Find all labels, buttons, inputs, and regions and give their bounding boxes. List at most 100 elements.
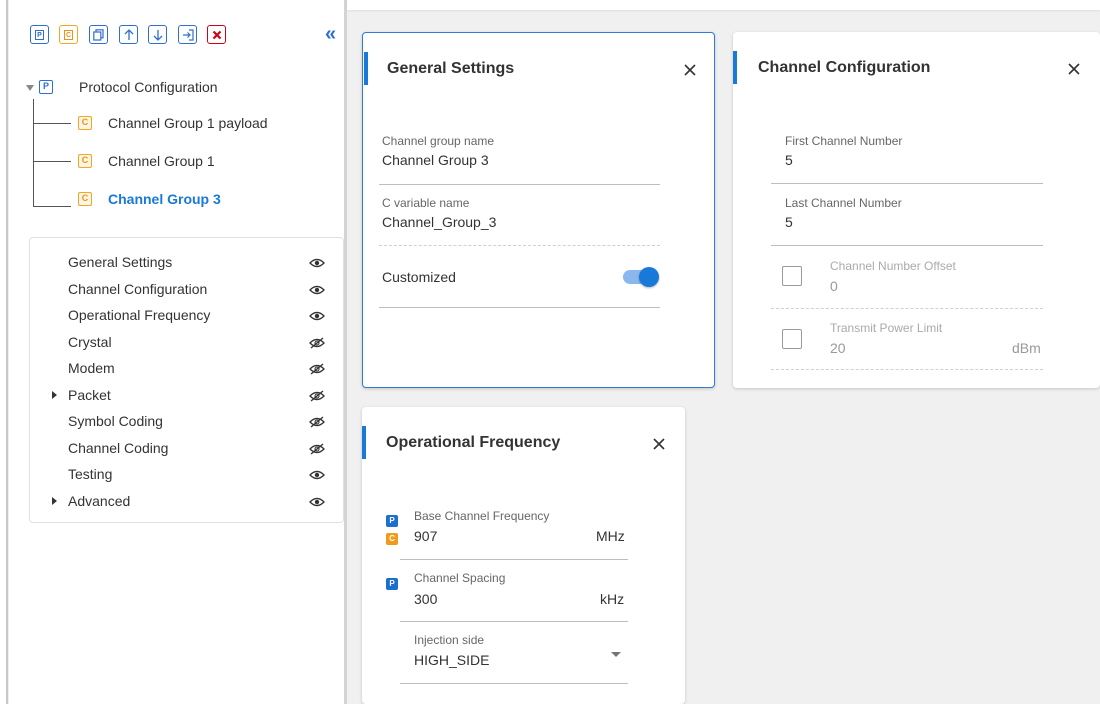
transmit-power-limit-checkbox[interactable] (782, 329, 802, 349)
base-channel-frequency-field[interactable]: 907 (414, 528, 437, 544)
channel-override-icon: C (386, 533, 398, 545)
transmit-power-limit-label: Transmit Power Limit (830, 321, 943, 335)
channel-group-name-field[interactable]: Channel Group 3 (382, 152, 489, 168)
card-title: Channel Configuration (758, 59, 931, 76)
channel-number-offset-label: Channel Number Offset (830, 259, 956, 273)
add-channel-group-icon: C (64, 29, 73, 40)
channel-spacing-unit: kHz (600, 591, 625, 607)
protocol-override-icon: P (386, 578, 398, 590)
close-icon[interactable] (683, 63, 697, 77)
visibility-row-modem[interactable]: Modem (30, 356, 343, 382)
visibility-row-advanced[interactable]: Advanced (30, 489, 343, 515)
card-accent-bar (733, 51, 737, 84)
channel-configuration-card: Channel Configuration First Channel Numb… (733, 32, 1100, 388)
card-accent-bar (362, 426, 366, 459)
eye-off-icon[interactable] (309, 336, 325, 350)
visibility-row-packet[interactable]: Packet (30, 383, 343, 409)
tree-connector (33, 206, 71, 207)
collapse-sidebar-icon[interactable]: « (325, 24, 336, 44)
channel-group-badge-icon: C (78, 192, 92, 206)
tree-item-channel-group-1[interactable]: Channel Group 1 (108, 153, 215, 169)
channel-number-offset-checkbox[interactable] (782, 266, 802, 286)
move-up-button[interactable] (119, 25, 138, 44)
visibility-label: Advanced (68, 492, 131, 509)
channel-group-badge-icon: C (78, 154, 92, 168)
visibility-label: Channel Configuration (68, 280, 208, 297)
eye-icon[interactable] (309, 309, 325, 323)
visibility-row-operational-frequency[interactable]: Operational Frequency (30, 303, 343, 329)
field-underline (400, 683, 628, 684)
eye-off-icon[interactable] (309, 415, 325, 429)
visibility-row-channel-configuration[interactable]: Channel Configuration (30, 277, 343, 303)
copy-icon (93, 28, 104, 41)
last-channel-number-field[interactable]: 5 (785, 214, 793, 230)
injection-side-select[interactable]: HIGH_SIDE (414, 652, 489, 668)
visibility-label: Crystal (68, 333, 112, 350)
field-divider (771, 308, 1043, 309)
tree-item-channel-group-3[interactable]: Channel Group 3 (108, 191, 221, 207)
sidebar: P C « P Protocol Configuration C Channel… (9, 0, 344, 704)
first-channel-number-label: First Channel Number (785, 134, 903, 148)
transmit-power-unit: dBm (1012, 340, 1041, 356)
visibility-row-crystal[interactable]: Crystal (30, 330, 343, 356)
field-underline (771, 245, 1043, 246)
close-icon[interactable] (652, 437, 666, 451)
field-underline (400, 621, 628, 622)
field-underline (771, 183, 1043, 184)
injection-side-label: Injection side (414, 633, 485, 647)
eye-off-icon[interactable] (309, 442, 325, 456)
channel-spacing-label: Channel Spacing (414, 571, 506, 585)
eye-icon[interactable] (309, 283, 325, 297)
tree-item-protocol-configuration[interactable]: Protocol Configuration (79, 79, 218, 95)
card-accent-bar (364, 52, 368, 85)
move-down-button[interactable] (148, 25, 167, 44)
add-channel-group-button[interactable]: C (59, 25, 78, 44)
expand-caret-icon[interactable] (52, 496, 57, 505)
add-protocol-icon: P (35, 29, 44, 40)
delete-icon (212, 30, 221, 39)
expand-caret-icon[interactable] (52, 390, 57, 399)
tree-connector (33, 123, 71, 124)
visibility-row-general-settings[interactable]: General Settings (30, 250, 343, 276)
channel-spacing-field[interactable]: 300 (414, 591, 437, 607)
dropdown-arrow-icon[interactable] (611, 652, 621, 657)
visibility-label: Operational Frequency (68, 307, 211, 323)
eye-off-icon[interactable] (309, 362, 325, 376)
left-edge-bar (0, 0, 8, 704)
general-settings-card: General Settings Channel group name Chan… (362, 32, 715, 388)
field-underline (379, 184, 660, 185)
customized-label: Customized (382, 269, 456, 285)
field-underline (400, 559, 628, 560)
last-channel-number-label: Last Channel Number (785, 196, 902, 210)
tree-connector (33, 99, 34, 206)
channel-group-badge-icon: C (78, 116, 92, 130)
protocol-override-icon: P (386, 515, 398, 527)
add-protocol-button[interactable]: P (30, 25, 49, 44)
visibility-label: Packet (68, 386, 111, 403)
c-variable-name-field[interactable]: Channel_Group_3 (382, 214, 496, 230)
copy-button[interactable] (89, 25, 108, 44)
customized-toggle-knob[interactable] (639, 267, 659, 287)
tree-item-channel-group-1-payload[interactable]: Channel Group 1 payload (108, 115, 268, 131)
visibility-row-channel-coding[interactable]: Channel Coding (30, 436, 343, 462)
eye-icon[interactable] (309, 256, 325, 270)
panel-splitter[interactable] (344, 0, 347, 704)
visibility-row-symbol-coding[interactable]: Symbol Coding (30, 409, 343, 435)
transmit-power-limit-field: 20 (830, 340, 846, 356)
visibility-row-testing[interactable]: Testing (30, 462, 343, 488)
eye-icon[interactable] (309, 468, 325, 482)
visibility-label: Symbol Coding (68, 413, 163, 429)
channel-group-name-label: Channel group name (382, 134, 495, 148)
move-down-icon (153, 29, 162, 41)
move-up-icon (124, 28, 133, 40)
eye-icon[interactable] (309, 495, 325, 509)
delete-button[interactable] (207, 25, 226, 44)
base-channel-frequency-unit: MHz (596, 528, 625, 544)
eye-off-icon[interactable] (309, 389, 325, 403)
export-button[interactable] (178, 25, 197, 44)
close-icon[interactable] (1067, 62, 1081, 76)
first-channel-number-field[interactable]: 5 (785, 152, 793, 168)
tree-expand-icon[interactable] (25, 84, 35, 92)
protocol-badge-icon: P (39, 80, 53, 94)
field-underline (379, 307, 660, 308)
